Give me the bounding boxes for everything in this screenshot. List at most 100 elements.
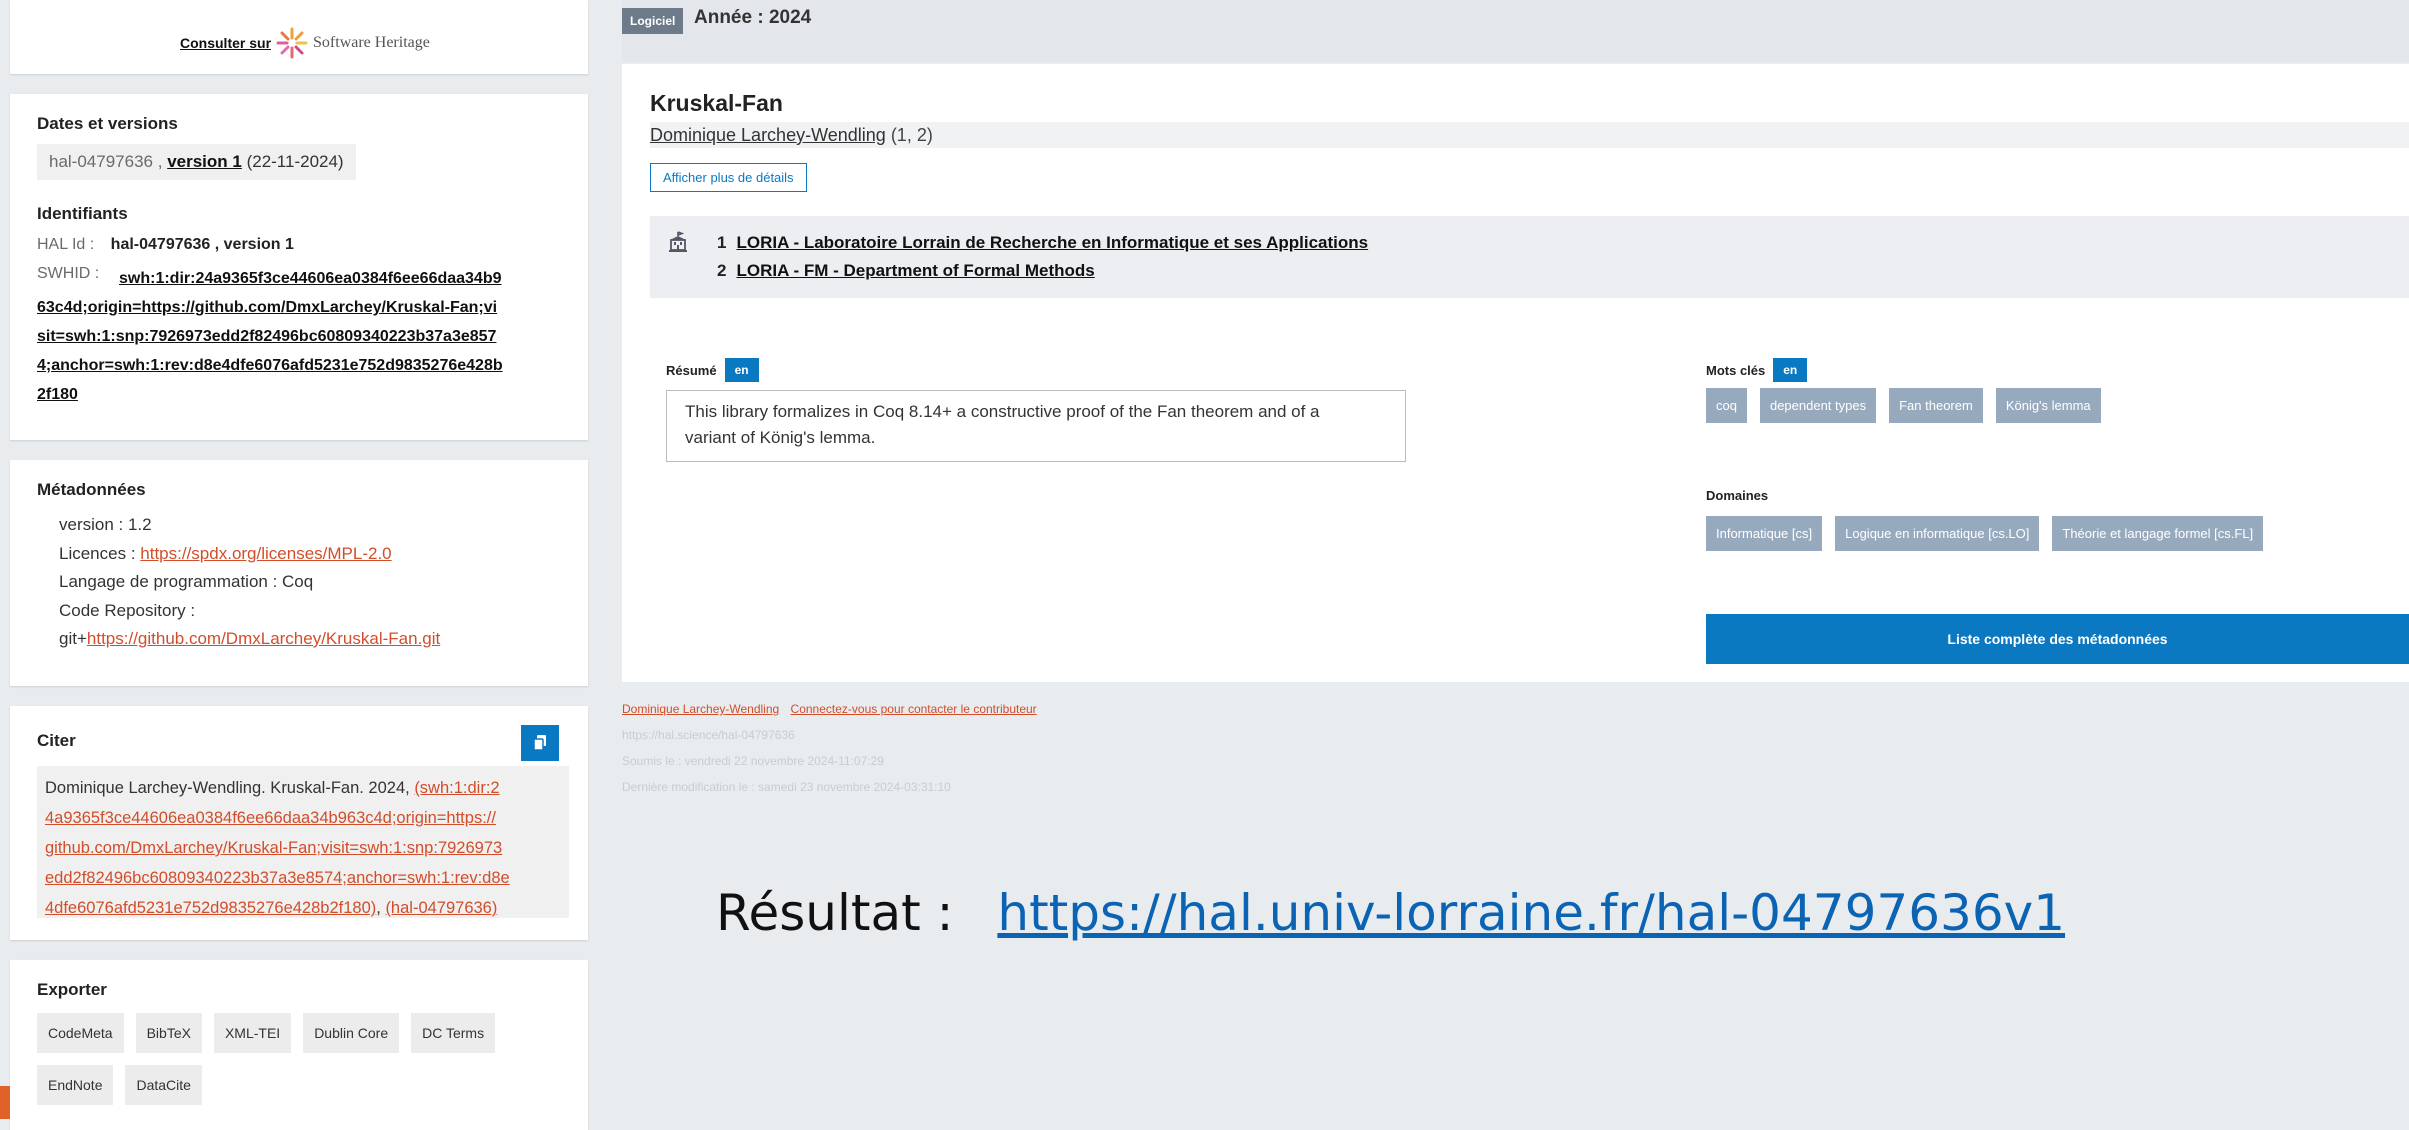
export-bibtex-button[interactable]: BibTeX [135, 1013, 202, 1053]
swhid-line: 63c4d;origin=https://github.com/DmxLarch… [37, 299, 498, 316]
version-separator: , [157, 152, 163, 171]
affiliation-number: 2 [717, 261, 727, 280]
record-card: Kruskal-Fan Dominique Larchey-Wendling (… [622, 64, 2409, 682]
domain-tag[interactable]: Informatique [cs] [1706, 516, 1823, 551]
version-box: hal-04797636 , version 1 (22-11-2024) [37, 144, 356, 180]
domain-tag[interactable]: Logique en informatique [cs.LO] [1835, 516, 2040, 551]
resume-header: Résumé en [666, 358, 759, 382]
keyword-tag[interactable]: coq [1706, 388, 1747, 423]
contact-contributor-link[interactable]: Connectez-vous pour contacter le contrib… [791, 702, 1037, 716]
citation-swh-link-line[interactable]: 4dfe6076afd5231e752d9835276e428b2f180) [45, 899, 376, 917]
author-affiliations: (1, 2) [890, 125, 933, 145]
licences-link[interactable]: https://spdx.org/licenses/MPL-2.0 [140, 544, 391, 563]
consult-label: Consulter sur [180, 35, 272, 51]
export-dublincore-button[interactable]: Dublin Core [303, 1013, 400, 1053]
metadata-repo: git+https://github.com/DmxLarchey/Kruska… [59, 625, 440, 654]
citation-swh-link[interactable]: (swh:1:dir:2 [414, 779, 499, 797]
footer-url: https://hal.science/hal-04797636 [622, 728, 795, 742]
type-year-header: Logiciel Année : 2024 [622, 0, 2409, 62]
affiliation-link[interactable]: LORIA - Laboratoire Lorrain de Recherche… [736, 233, 1368, 252]
footer-modified: Dernière modification le : samedi 23 nov… [622, 780, 951, 794]
metadata-list: version : 1.2 Licences : https://spdx.or… [59, 511, 440, 654]
metadata-licences: Licences : https://spdx.org/licenses/MPL… [59, 540, 440, 569]
keyword-tag[interactable]: König's lemma [1995, 388, 2101, 423]
corner-accent [0, 1086, 10, 1119]
export-xmltei-button[interactable]: XML-TEI [213, 1013, 292, 1053]
citation-text: Dominique Larchey-Wendling. Kruskal-Fan.… [45, 779, 410, 797]
metadata-title: Métadonnées [37, 480, 146, 499]
affiliation-item: 1 LORIA - Laboratoire Lorrain de Recherch… [717, 233, 1368, 253]
hal-id-label: HAL Id : [37, 236, 95, 253]
export-endnote-button[interactable]: EndNote [37, 1065, 114, 1105]
affiliation-link[interactable]: LORIA - FM - Department of Formal Method… [736, 261, 1094, 280]
swh-name: Software Heritage [313, 34, 430, 51]
citation-hal-link[interactable]: (hal-04797636) [385, 899, 497, 917]
keywords-label: Mots clés [1706, 362, 1766, 378]
footer-author-link[interactable]: Dominique Larchey-Wendling [622, 702, 779, 716]
hal-id-value: hal-04797636 , version 1 [110, 236, 294, 253]
software-heritage-logo-icon [276, 27, 308, 59]
swhid-line: 2f180 [37, 386, 78, 403]
licences-label: Licences : [59, 543, 136, 563]
swh-card: Consulter sur Software Heritage [10, 0, 588, 74]
version-link[interactable]: version 1 [167, 152, 242, 171]
type-badge: Logiciel [622, 8, 684, 34]
keywords-lang-badge: en [1773, 358, 1808, 382]
copy-button[interactable] [521, 725, 559, 761]
citation-box: Dominique Larchey-Wendling. Kruskal-Fan.… [37, 766, 569, 918]
institution-icon [669, 231, 687, 252]
swhid-line: sit=swh:1:snp:7926973edd2f82496bc6080934… [37, 328, 497, 345]
hal-id-row: HAL Id : hal-04797636 , version 1 [37, 236, 294, 254]
result-label: Résultat : [716, 884, 954, 942]
export-title: Exporter [37, 980, 107, 999]
footer-submitted: Soumis le : vendredi 22 novembre 2024-11… [622, 754, 884, 768]
cite-title: Citer [37, 731, 76, 750]
version-hal-id: hal-04797636 [49, 152, 153, 171]
citation-swh-link-line[interactable]: edd2f82496bc60809340223b37a3e8574;anchor… [45, 869, 510, 887]
cite-card: Citer Dominique Larchey-Wendling. Kruska… [10, 706, 588, 940]
consult-swh-link[interactable]: Consulter sur Software Heritage [180, 26, 430, 60]
author-row: Dominique Larchey-Wendling (1, 2) [650, 122, 2409, 148]
export-datacite-button[interactable]: DataCite [125, 1065, 202, 1105]
record-title: Kruskal-Fan [650, 90, 783, 116]
metadata-repo-label: Code Repository : [59, 600, 196, 620]
swhid-line: swh:1:dir:24a9365f3ce44606ea0384f6ee66da… [119, 270, 502, 287]
show-details-button[interactable]: Afficher plus de détails [650, 163, 807, 192]
copy-icon [533, 735, 546, 751]
year-label: Année : 2024 [694, 7, 812, 28]
domain-tag[interactable]: Théorie et langage formel [cs.FL] [2052, 516, 2264, 551]
citation-line: Dominique Larchey-Wendling. Kruskal-Fan.… [45, 773, 561, 803]
keywords-header: Mots clés en [1706, 358, 1808, 382]
export-dcterms-button[interactable]: DC Terms [411, 1013, 496, 1053]
export-card: Exporter CodeMeta BibTeX XML-TEI Dublin Cor… [10, 960, 588, 1130]
export-codemeta-button[interactable]: CodeMeta [37, 1013, 124, 1053]
dates-title: Dates et versions [37, 114, 178, 133]
metadata-card: Métadonnées version : 1.2 Licences : htt… [10, 460, 588, 686]
domains-list: Informatique [cs] Logique en informatique… [1706, 516, 2276, 551]
full-metadata-button[interactable]: Liste complète des métadonnées [1706, 614, 2409, 664]
identifiers-title: Identifiants [37, 204, 128, 223]
citation-swh-link-line[interactable]: github.com/DmxLarchey/Kruskal-Fan;visit=… [45, 839, 502, 857]
version-date: (22-11-2024) [246, 152, 344, 171]
resume-lang-badge: en [724, 358, 759, 382]
keywords-list: coq dependent types Fan theorem König's lem… [1706, 388, 2114, 423]
author-link[interactable]: Dominique Larchey-Wendling [650, 125, 886, 145]
repo-link[interactable]: https://github.com/DmxLarchey/Kruskal-Fa… [87, 629, 440, 648]
affiliation-item: 2 LORIA - FM - Department of Formal Metho… [717, 261, 1095, 281]
affiliation-number: 1 [717, 233, 727, 252]
abstract-line: This library formalizes in Coq 8.14+ a c… [685, 402, 1320, 421]
result-line: Résultat : https://hal.univ-lorraine.fr/… [716, 884, 2065, 942]
swhid-link[interactable]: swh:1:dir:24a9365f3ce44606ea0384f6ee66da… [37, 264, 577, 409]
export-buttons: CodeMeta BibTeX XML-TEI Dublin Core DC Terms… [37, 1013, 577, 1117]
keyword-tag[interactable]: Fan theorem [1889, 388, 1983, 423]
affiliations-box: 1 LORIA - Laboratoire Lorrain de Recherch… [650, 216, 2409, 298]
metadata-langage: Langage de programmation : Coq [59, 572, 314, 591]
domains-label: Domaines [1706, 488, 1769, 503]
resume-label: Résumé [666, 362, 717, 378]
abstract-line: variant of König's lemma. [685, 428, 876, 447]
swhid-line: 4;anchor=swh:1:rev:d8e4dfe6076afd5231e75… [37, 357, 503, 374]
keyword-tag[interactable]: dependent types [1759, 388, 1877, 423]
result-url-link[interactable]: https://hal.univ-lorraine.fr/hal-0479763… [997, 884, 2065, 942]
citation-swh-link-line[interactable]: 4a9365f3ce44606ea0384f6ee66daa34b963c4d;… [45, 809, 496, 827]
record-footer: Dominique Larchey-Wendling Connectez-vou… [622, 702, 1037, 794]
